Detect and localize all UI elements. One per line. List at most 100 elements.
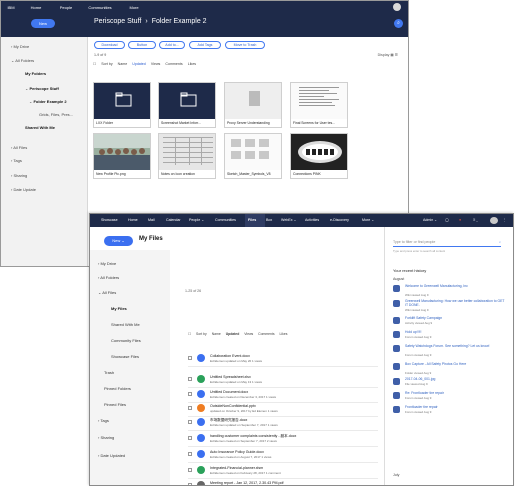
sidebar-item-sharing[interactable]: › Sharing [98, 435, 114, 440]
sidebar-item-my-drive[interactable]: › My Drive [98, 261, 116, 266]
sort-name[interactable]: Name [118, 62, 128, 66]
sidebar-item-tags[interactable]: › Tags [98, 418, 109, 423]
sort-name[interactable]: Name [212, 332, 221, 336]
tile-file[interactable]: Connections PINK [290, 133, 348, 179]
history-item[interactable]: Safety Watchdogs Forum. See something? L… [393, 344, 508, 361]
file-name[interactable]: Untitled Document.docx [210, 390, 248, 394]
nav-ediscovery[interactable]: e-Discovery [330, 218, 349, 222]
sort-views[interactable]: Views [151, 62, 161, 66]
sort-comments[interactable]: Comments [258, 332, 274, 336]
move-to-trash-button[interactable]: Move to Trash [225, 41, 265, 49]
nav-admin[interactable]: Admin ⌄ [423, 218, 437, 222]
sidebar-item-tags[interactable]: › Tags [11, 158, 22, 163]
sidebar-item-pinned-files[interactable]: Pinned Files [104, 402, 126, 407]
display-toggle[interactable]: Display ▦ ☰ [378, 53, 398, 57]
row-checkbox[interactable] [188, 436, 192, 440]
sidebar-item-all-folders[interactable]: › All Folders [98, 275, 119, 280]
sidebar-item-showcase-files[interactable]: Showcase Files [111, 354, 139, 359]
nav-calendar[interactable]: Calendar [166, 218, 181, 222]
overflow-menu-icon[interactable]: ⋮ [503, 218, 507, 222]
nav-showcase[interactable]: Showcase [101, 218, 118, 222]
tile-file[interactable]: Proxy Server Understanding [224, 82, 282, 128]
sidebar-item-my-folders[interactable]: My Folders [25, 71, 46, 76]
history-item[interactable]: Greenwell Manufacturing: How we use bett… [393, 299, 508, 316]
sidebar-item-shared-with-me[interactable]: Shared With Me [111, 322, 140, 327]
sort-comments[interactable]: Comments [165, 62, 182, 66]
sort-views[interactable]: Views [244, 332, 253, 336]
breadcrumb-parent[interactable]: Periscope Stuff [94, 18, 141, 25]
history-item-title[interactable]: Frontloader tire repair [405, 405, 505, 409]
table-row[interactable]: handling customer complaints consistentl… [188, 433, 378, 447]
history-item-title[interactable]: 2017-04-06_001.jpg [405, 377, 505, 381]
history-item-title[interactable]: Hold up!!!!! [405, 330, 505, 334]
file-name[interactable]: OutsideNonConfidential.pptx [210, 404, 256, 408]
add-to-button[interactable]: Add to... [159, 41, 185, 49]
sidebar-item-folder-example-2[interactable]: ⌄ Folder Example 2 [29, 99, 67, 104]
tile-file[interactable]: Sketch_Master_Symbols_V8 [224, 133, 282, 179]
nav-people[interactable]: People [51, 5, 81, 10]
filter-input[interactable]: Type to filter or find people ⌕ [393, 239, 501, 247]
search-icon[interactable]: ⌕ [499, 239, 501, 246]
nav-communities[interactable]: Communities [215, 218, 236, 222]
nav-activities[interactable]: Activities [305, 218, 319, 222]
nav-webex[interactable]: WebEx ⌄ [281, 218, 297, 222]
file-name[interactable]: Meeting report - Jan 12, 2017, 2.30.43 P… [210, 481, 284, 485]
sidebar-item-shared-with-me[interactable]: Shared With Me [25, 125, 55, 130]
sidebar-item-pinned-folders[interactable]: Pinned Folders [104, 386, 131, 391]
nav-brand[interactable]: IBM [1, 5, 21, 10]
help-icon[interactable]: ◯ [445, 218, 449, 222]
nav-more[interactable]: More ⌄ [362, 218, 374, 222]
row-checkbox[interactable] [188, 392, 192, 396]
history-item[interactable]: Frontloader tire repair Forum viewed Aug … [393, 405, 508, 422]
history-item-title[interactable]: Greenwell Manufacturing: How we use bett… [405, 299, 505, 307]
nav-people[interactable]: People ⌄ [189, 218, 204, 222]
table-row[interactable]: Integrated-Financial-planner.xlsm Ed Elem… [188, 465, 378, 479]
tile-file[interactable]: Notes on Icon creation [158, 133, 216, 179]
file-name[interactable]: Untitled Spreadsheet.xlsx [210, 375, 251, 379]
nav-home[interactable]: Home [128, 218, 138, 222]
sort-updated[interactable]: Updated [226, 332, 240, 336]
sidebar-item-trash[interactable]: Trash [104, 370, 114, 375]
row-checkbox[interactable] [188, 468, 192, 472]
history-item-title[interactable]: Forklift Safety Campaign [405, 316, 505, 320]
notifications-icon[interactable]: ● [459, 218, 461, 222]
sidebar-item-grids[interactable]: Grids, Files, Pres... [39, 112, 73, 117]
sidebar-item-date-update[interactable]: › Date Update [11, 187, 36, 192]
history-item-title[interactable]: Welcome to Greenwell Manufacturing, Inc [405, 284, 505, 288]
search-icon[interactable]: ⌕ [394, 19, 403, 28]
sidebar-item-all-files[interactable]: ⌄ All Files [98, 290, 116, 295]
nav-home[interactable]: Home [21, 5, 51, 10]
nav-more[interactable]: More [119, 5, 149, 10]
download-button[interactable]: Download [94, 41, 125, 49]
nav-files[interactable]: Files [248, 218, 256, 222]
file-name[interactable]: Auto Insurance Policy Guide.docx [210, 450, 264, 454]
sidebar-item-all-folders[interactable]: ⌄ All Folders [11, 58, 34, 63]
table-row[interactable]: Collaboration Event.docx Ed Elemen update… [188, 353, 378, 367]
sidebar-item-my-drive[interactable]: › My Drive [11, 44, 29, 49]
table-row[interactable]: 市场数据研究报告.docx Ed Elemen updated on Septem… [188, 417, 378, 431]
nav-mail[interactable]: Mail [148, 218, 155, 222]
row-checkbox[interactable] [188, 406, 192, 410]
question-icon[interactable]: ⍰ ⌄ [473, 218, 478, 222]
select-all-checkbox[interactable]: ☐ [188, 332, 191, 336]
add-tags-button[interactable]: Add Tags [189, 41, 221, 49]
nav-communities[interactable]: Communities [81, 5, 119, 10]
table-row[interactable]: OutsideNonConfidential.pptx updated on Oc… [188, 403, 378, 417]
nav-box[interactable]: Box [266, 218, 272, 222]
avatar[interactable] [490, 217, 498, 224]
row-checkbox[interactable] [188, 356, 192, 360]
sidebar-item-date-updated[interactable]: › Date Updated [98, 453, 125, 458]
sidebar-item-sharing[interactable]: › Sharing [11, 173, 27, 178]
sort-updated[interactable]: Updated [132, 62, 146, 66]
sidebar-item-community-files[interactable]: Community Files [111, 338, 141, 343]
tile-file[interactable]: New Profile Pic.png [93, 133, 151, 179]
sidebar-item-all-files[interactable]: › All Files [11, 145, 27, 150]
sidebar-item-my-files[interactable]: My Files [111, 306, 127, 311]
sort-likes[interactable]: Likes [280, 332, 288, 336]
sidebar-item-periscope-stuff[interactable]: ⌄ Periscope Stuff [25, 86, 59, 91]
select-all-checkbox[interactable]: ☐ [93, 62, 96, 66]
tile-folder[interactable]: LXX Folder [93, 82, 151, 128]
row-checkbox[interactable] [188, 452, 192, 456]
table-row[interactable]: Meeting report - Jan 12, 2017, 2.30.43 P… [188, 480, 378, 485]
history-item-title[interactable]: Re: Frontloader tire repair [405, 391, 505, 395]
